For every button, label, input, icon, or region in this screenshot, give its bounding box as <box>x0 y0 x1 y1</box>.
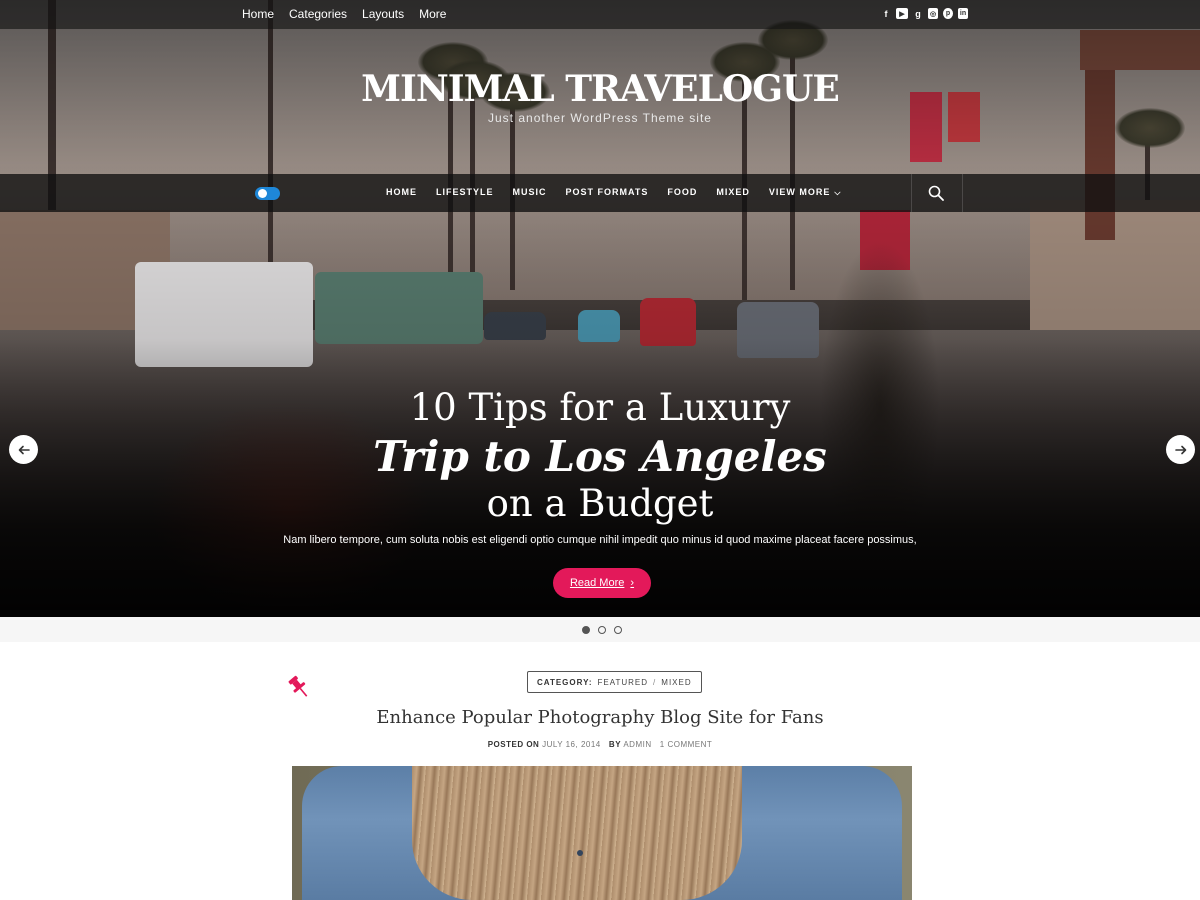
slider-dot[interactable] <box>582 626 590 634</box>
category-separator: / <box>653 677 657 687</box>
post-featured-image[interactable] <box>292 766 912 900</box>
slider-prev-button[interactable] <box>9 435 38 464</box>
nav-item-mixed[interactable]: MIXED <box>716 187 750 198</box>
slide-title-line-3[interactable]: on a Budget <box>0 482 1200 525</box>
youtube-icon[interactable]: ▶ <box>896 8 908 19</box>
nav-item-home[interactable]: HOME <box>386 187 417 198</box>
nav-item-music[interactable]: MUSIC <box>513 187 547 198</box>
slide-excerpt: Nam libero tempore, cum soluta nobis est… <box>283 534 917 546</box>
arrow-left-icon <box>18 445 30 454</box>
nav-item-post-formats[interactable]: POST FORMATS <box>566 187 649 198</box>
pin-icon <box>288 675 308 697</box>
main-menu: HOME LIFESTYLE MUSIC POST FORMATS FOOD M… <box>386 187 860 198</box>
posted-on-label: POSTED ON <box>487 740 540 749</box>
by-label: BY <box>608 740 622 749</box>
slider-next-button[interactable] <box>1166 435 1195 464</box>
linkedin-icon[interactable]: in <box>958 8 968 19</box>
site-tagline: Just another WordPress Theme site <box>488 111 712 125</box>
top-nav-more[interactable]: More <box>419 7 446 21</box>
post-date[interactable]: JULY 16, 2014 <box>542 740 601 749</box>
top-bar: Home Categories Layouts More f ▶ g ◎ p i… <box>0 0 1200 29</box>
nav-divider <box>911 174 912 212</box>
post-comments[interactable]: 1 COMMENT <box>660 740 713 749</box>
nav-item-view-more[interactable]: VIEW MORE ⌵ <box>769 187 842 198</box>
top-nav-layouts[interactable]: Layouts <box>362 7 404 21</box>
category-link-featured[interactable]: FEATURED <box>598 678 649 687</box>
facebook-icon[interactable]: f <box>881 8 891 19</box>
dark-mode-toggle[interactable] <box>255 187 280 200</box>
nav-item-view-more-label: VIEW MORE <box>768 187 831 197</box>
slider-pagination-bar <box>0 617 1200 642</box>
instagram-icon[interactable]: ◎ <box>928 8 938 19</box>
image-hair <box>412 766 742 900</box>
post-title[interactable]: Enhance Popular Photography Blog Site fo… <box>0 707 1200 728</box>
site-title[interactable]: Minimal Travelogue <box>0 68 1200 110</box>
slide-title-line-1[interactable]: 10 Tips for a Luxury <box>0 386 1200 429</box>
top-nav: Home Categories Layouts More <box>242 7 446 21</box>
post-meta: POSTED ON JULY 16, 2014 BY ADMIN 1 COMME… <box>0 740 1200 749</box>
chevron-down-icon: ⌵ <box>834 188 842 197</box>
social-links: f ▶ g ◎ p in <box>881 8 968 19</box>
slider-dot[interactable] <box>598 626 606 634</box>
category-link-mixed[interactable]: MIXED <box>661 678 691 687</box>
slider-dots <box>582 626 622 634</box>
read-more-label: Read More <box>569 577 625 589</box>
nav-item-food[interactable]: FOOD <box>667 187 697 198</box>
pinterest-icon[interactable]: p <box>943 8 953 19</box>
post-category-box: CATEGORY: FEATURED / MIXED <box>527 671 702 693</box>
post-author[interactable]: ADMIN <box>623 740 651 749</box>
category-label: CATEGORY: <box>537 677 593 687</box>
search-icon[interactable] <box>928 185 944 201</box>
arrow-right-icon <box>1174 445 1186 454</box>
nav-item-lifestyle[interactable]: LIFESTYLE <box>436 187 494 198</box>
slide-title-line-2[interactable]: Trip to Los Angeles <box>0 432 1200 481</box>
slider-dot[interactable] <box>614 626 622 634</box>
read-more-button[interactable]: Read More › <box>553 568 651 598</box>
top-nav-home[interactable]: Home <box>242 7 274 21</box>
main-nav: HOME LIFESTYLE MUSIC POST FORMATS FOOD M… <box>0 174 1200 212</box>
image-detail <box>577 850 583 856</box>
nav-divider <box>962 174 963 212</box>
google-plus-icon[interactable]: g <box>913 8 923 19</box>
top-nav-categories[interactable]: Categories <box>289 7 347 21</box>
chevron-right-icon: › <box>630 577 635 589</box>
